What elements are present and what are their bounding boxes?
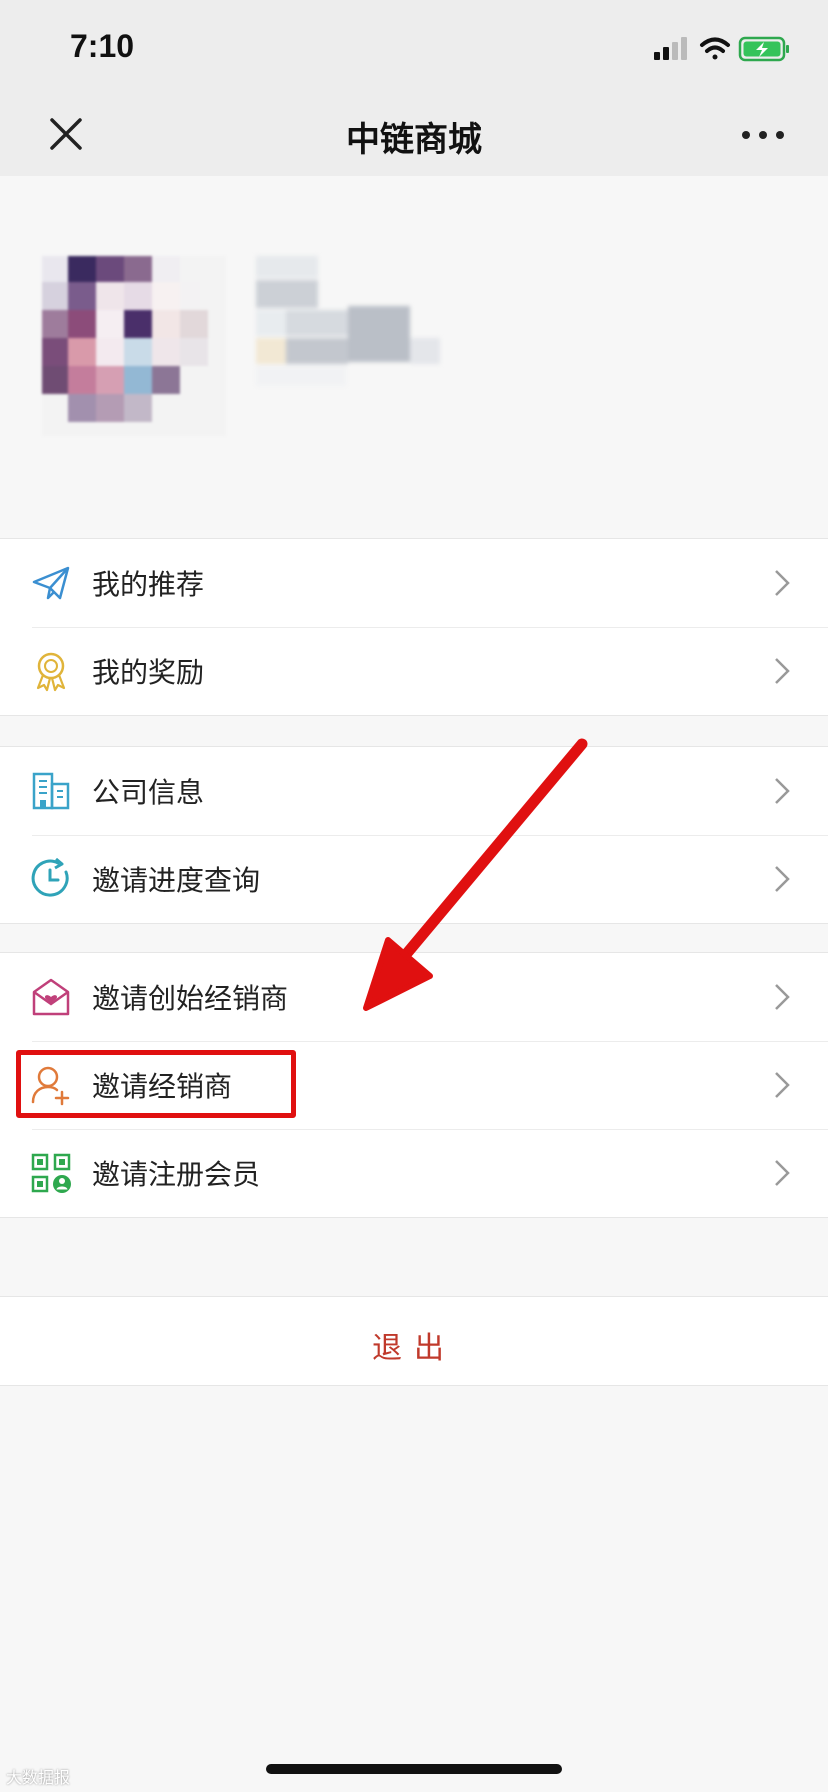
logout-button[interactable]: 退出 xyxy=(0,1296,828,1386)
menu-group-invite: 邀请创始经销商 邀请经销商 邀请注册会员 xyxy=(0,952,828,1218)
status-bar: 7:10 xyxy=(0,0,828,98)
paper-plane-icon xyxy=(32,566,70,600)
menu-item-label: 我的推荐 xyxy=(92,568,205,601)
status-time: 7:10 xyxy=(70,28,135,64)
more-icon[interactable] xyxy=(738,120,788,150)
menu-item-company-info[interactable]: 公司信息 xyxy=(0,747,828,835)
qr-user-icon xyxy=(31,1153,71,1193)
menu-item-my-recommendations[interactable]: 我的推荐 xyxy=(0,539,828,627)
avatar[interactable] xyxy=(42,256,226,436)
menu-item-label: 邀请进度查询 xyxy=(92,864,261,897)
wifi-icon xyxy=(700,37,730,60)
chevron-right-icon xyxy=(775,1072,790,1098)
menu-item-label: 邀请经销商 xyxy=(92,1070,233,1103)
heart-envelope-icon xyxy=(32,978,70,1016)
profile-header xyxy=(0,176,828,538)
username-redacted xyxy=(256,256,440,386)
building-icon xyxy=(32,772,70,810)
menu-group-info: 公司信息 邀请进度查询 xyxy=(0,746,828,924)
chevron-right-icon xyxy=(775,570,790,596)
home-indicator xyxy=(266,1764,562,1774)
award-medal-icon xyxy=(36,652,66,692)
menu-item-invite-progress[interactable]: 邀请进度查询 xyxy=(0,835,828,923)
page-title: 中链商城 xyxy=(346,120,482,160)
chevron-right-icon xyxy=(775,778,790,804)
menu-item-label: 邀请创始经销商 xyxy=(92,982,289,1015)
menu-item-label: 我的奖励 xyxy=(92,656,205,689)
status-icons xyxy=(654,36,789,62)
chevron-right-icon xyxy=(775,984,790,1010)
watermark: 大数据报 xyxy=(6,1768,71,1787)
chevron-right-icon xyxy=(775,658,790,684)
menu-item-label: 公司信息 xyxy=(92,776,205,809)
cellular-signal-icon xyxy=(654,37,687,60)
menu-item-invite-dealer[interactable]: 邀请经销商 xyxy=(0,1041,828,1129)
user-add-icon xyxy=(31,1066,70,1106)
nav-bar: 中链商城 xyxy=(0,98,828,176)
menu-group-rewards: 我的推荐 我的奖励 xyxy=(0,538,828,716)
clock-icon xyxy=(31,858,69,897)
menu-item-invite-member[interactable]: 邀请注册会员 xyxy=(0,1129,828,1217)
menu-item-invite-founding-dealer[interactable]: 邀请创始经销商 xyxy=(0,953,828,1041)
battery-icon xyxy=(738,36,789,62)
chevron-right-icon xyxy=(775,866,790,892)
chevron-right-icon xyxy=(775,1160,790,1186)
logout-label: 退出 xyxy=(372,1331,456,1366)
menu-item-my-rewards[interactable]: 我的奖励 xyxy=(0,627,828,715)
menu-item-label: 邀请注册会员 xyxy=(92,1158,261,1191)
